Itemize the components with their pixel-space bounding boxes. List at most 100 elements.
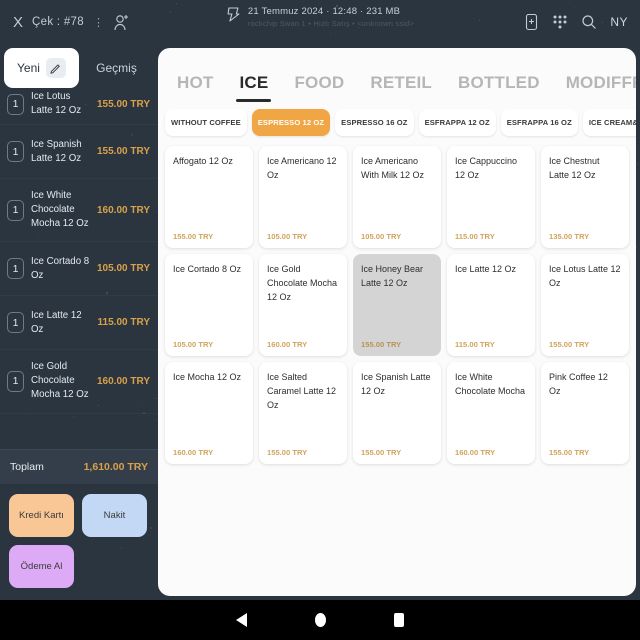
product-price: 155.00 TRY bbox=[549, 448, 590, 457]
cart-qty[interactable]: 1 bbox=[7, 258, 24, 280]
product-name: Pink Coffee 12 Oz bbox=[549, 372, 608, 396]
product-card[interactable]: Ice Gold Chocolate Mocha 12 Oz 160.00 TRY bbox=[259, 254, 347, 356]
credit-card-button[interactable]: Kredi Kartı bbox=[9, 494, 74, 537]
catalog-panel-wrap: HOTICEFOODRETEILBOTTLEDMODIFFRES WITHOUT… bbox=[158, 44, 640, 600]
chip-ice-cream-milkshake[interactable]: ICE CREAM&MILKSHAKE bbox=[582, 109, 636, 136]
qr-grid-icon[interactable] bbox=[552, 14, 568, 30]
cart-row[interactable]: 1 Ice Cortado 8 Oz 105.00 TRY bbox=[0, 242, 158, 297]
tab-hot[interactable]: HOT bbox=[164, 73, 226, 102]
product-card[interactable]: Ice Salted Caramel Latte 12 Oz 155.00 TRY bbox=[259, 362, 347, 464]
device-session-label: rockchip Swan 1 • Hızlı Satış • <unknown… bbox=[247, 19, 415, 28]
cart-item-name: Ice Cortado 8 Oz bbox=[31, 255, 90, 281]
cart-item-name: Ice Lotus Latte 12 Oz bbox=[31, 91, 82, 117]
product-card[interactable]: Ice Honey Bear Latte 12 Oz 155.00 TRY bbox=[353, 254, 441, 356]
cart-row[interactable]: 1 Ice Latte 12 Oz 115.00 TRY bbox=[0, 296, 158, 351]
sidebar-tab-yeni-label: Yeni bbox=[17, 61, 40, 75]
product-card[interactable]: Pink Coffee 12 Oz 155.00 TRY bbox=[541, 362, 629, 464]
take-payment-button[interactable]: Ödeme Al bbox=[9, 545, 74, 588]
chip-espresso-16-oz[interactable]: ESPRESSO 16 OZ bbox=[335, 109, 414, 136]
pencil-icon[interactable] bbox=[45, 58, 66, 78]
product-price: 160.00 TRY bbox=[267, 340, 308, 349]
tab-modiffres[interactable]: MODIFFRES bbox=[553, 73, 636, 102]
check-number-label[interactable]: Çek : #78 bbox=[32, 16, 84, 28]
product-name: Ice Cortado 8 Oz bbox=[173, 264, 242, 274]
product-price: 135.00 TRY bbox=[549, 232, 590, 241]
product-name: Ice Latte 12 Oz bbox=[455, 264, 517, 274]
recents-icon[interactable] bbox=[394, 613, 404, 627]
kebab-menu-icon[interactable]: ⋮ bbox=[93, 16, 104, 29]
home-icon[interactable] bbox=[315, 613, 326, 627]
credit-card-label: Kredi Kartı bbox=[19, 510, 64, 521]
product-price: 155.00 TRY bbox=[549, 340, 590, 349]
sidebar-tab-group: Yeni Geçmiş bbox=[0, 44, 158, 88]
sidebar-tab-gecmis-label: Geçmiş bbox=[96, 61, 137, 75]
cart-qty[interactable]: 1 bbox=[7, 141, 24, 163]
product-price: 155.00 TRY bbox=[361, 448, 402, 457]
product-card[interactable]: Ice White Chocolate Mocha 160.00 TRY bbox=[447, 362, 535, 464]
sidebar-tab-yeni[interactable]: Yeni bbox=[4, 48, 79, 88]
product-name: Ice Honey Bear Latte 12 Oz bbox=[361, 264, 424, 288]
product-card[interactable]: Ice Cortado 8 Oz 105.00 TRY bbox=[165, 254, 253, 356]
sidebar-tab-gecmis[interactable]: Geçmiş bbox=[79, 48, 154, 88]
tab-bottled[interactable]: BOTTLED bbox=[445, 73, 553, 102]
add-device-icon[interactable] bbox=[524, 13, 539, 31]
chip-without-coffee[interactable]: WITHOUT COFFEE bbox=[165, 109, 247, 136]
product-price: 105.00 TRY bbox=[361, 232, 402, 241]
device-datetime-label: 21 Temmuz 2024 · 12:48 · 231 MB bbox=[247, 6, 401, 17]
product-grid: Affogato 12 Oz 155.00 TRY Ice Americano 12… bbox=[158, 144, 636, 596]
back-icon[interactable] bbox=[236, 613, 247, 627]
product-name: Ice Chestnut Latte 12 Oz bbox=[549, 156, 600, 180]
product-card[interactable]: Ice Chestnut Latte 12 Oz 135.00 TRY bbox=[541, 146, 629, 248]
tab-ice[interactable]: ICE bbox=[226, 73, 281, 102]
product-card[interactable]: Ice Americano With Milk 12 Oz 105.00 TRY bbox=[353, 146, 441, 248]
product-card[interactable]: Ice Mocha 12 Oz 160.00 TRY bbox=[165, 362, 253, 464]
product-price: 155.00 TRY bbox=[173, 232, 214, 241]
cart-item-price: 115.00 TRY bbox=[97, 317, 150, 329]
product-price: 105.00 TRY bbox=[173, 340, 214, 349]
product-price: 115.00 TRY bbox=[455, 340, 495, 349]
cart-total-value: 1,610.00 TRY bbox=[83, 461, 148, 473]
tab-reteil[interactable]: RETEIL bbox=[357, 73, 445, 102]
cart-row[interactable]: 1 Ice Spanish Latte 12 Oz 155.00 TRY bbox=[0, 125, 158, 180]
category-tab-bar: HOTICEFOODRETEILBOTTLEDMODIFFRES bbox=[158, 48, 636, 102]
cart-qty[interactable]: 1 bbox=[7, 93, 24, 115]
cart-qty[interactable]: 1 bbox=[7, 370, 24, 392]
cart-row[interactable]: 1 Ice White Chocolate Mocha 12 Oz 160.00 T… bbox=[0, 179, 158, 243]
product-card[interactable]: Ice Latte 12 Oz 115.00 TRY bbox=[447, 254, 535, 356]
tab-food[interactable]: FOOD bbox=[281, 73, 357, 102]
cart-row[interactable]: 1 Ice Gold Chocolate Mocha 12 Oz 160.00 TR… bbox=[0, 350, 158, 414]
chip-espresso-12-oz[interactable]: ESPRESSO 12 OZ bbox=[251, 109, 331, 136]
search-icon[interactable] bbox=[581, 14, 597, 30]
user-initials-label[interactable]: NY bbox=[610, 15, 628, 29]
cart-item-name: Ice Latte 12 Oz bbox=[31, 309, 82, 335]
cart-item-name: Ice White Chocolate Mocha 12 Oz bbox=[31, 190, 89, 230]
cart-total-label: Toplam bbox=[10, 461, 44, 473]
product-card[interactable]: Ice Cappuccino 12 Oz 115.00 TRY bbox=[447, 146, 535, 248]
add-person-icon[interactable] bbox=[113, 13, 130, 32]
cart-item-price: 105.00 TRY bbox=[97, 263, 150, 275]
product-card[interactable]: Ice Spanish Latte 12 Oz 155.00 TRY bbox=[353, 362, 441, 464]
product-card[interactable]: Ice Lotus Latte 12 Oz 155.00 TRY bbox=[541, 254, 629, 356]
chip-esfrappa-16-oz[interactable]: ESFRAPPA 16 OZ bbox=[500, 109, 578, 136]
cart-item-price: 160.00 TRY bbox=[97, 375, 150, 387]
cart-qty[interactable]: 1 bbox=[7, 199, 24, 221]
product-name: Ice Americano With Milk 12 Oz bbox=[361, 156, 425, 180]
chip-esfrappa-12-oz[interactable]: ESFRAPPA 12 OZ bbox=[418, 109, 496, 136]
cart-item-price: 155.00 TRY bbox=[97, 146, 150, 158]
product-card[interactable]: Ice Americano 12 Oz 105.00 TRY bbox=[259, 146, 347, 248]
cart-item-name: Ice Gold Chocolate Mocha 12 Oz bbox=[31, 361, 89, 401]
product-price: 115.00 TRY bbox=[455, 232, 495, 241]
subcategory-chip-bar: WITHOUT COFFEE ESPRESSO 12 OZ ESPRESSO 16 … bbox=[158, 102, 636, 144]
cart-row[interactable]: 1 Ice Lotus Latte 12 Oz 155.00 TRY bbox=[0, 90, 158, 126]
product-name: Ice Gold Chocolate Mocha 12 Oz bbox=[267, 264, 338, 302]
cash-button[interactable]: Nakit bbox=[82, 494, 147, 537]
catalog-panel: HOTICEFOODRETEILBOTTLEDMODIFFRES WITHOUT… bbox=[158, 48, 636, 596]
cart-qty[interactable]: 1 bbox=[7, 312, 24, 334]
top-status-bar: X Çek : #78 ⋮ 21 Temmuz 2024 · 12:48 · 2… bbox=[0, 0, 640, 44]
close-icon[interactable]: X bbox=[13, 15, 23, 30]
cart-items-list[interactable]: 1 Ice Lotus Latte 12 Oz 155.00 TRY 1 Ice Spa… bbox=[0, 90, 158, 449]
product-name: Ice Spanish Latte 12 Oz bbox=[361, 372, 431, 396]
product-card[interactable]: Affogato 12 Oz 155.00 TRY bbox=[165, 146, 253, 248]
product-name: Ice Americano 12 Oz bbox=[267, 156, 337, 180]
topbar-left-group: X Çek : #78 ⋮ bbox=[0, 13, 130, 32]
